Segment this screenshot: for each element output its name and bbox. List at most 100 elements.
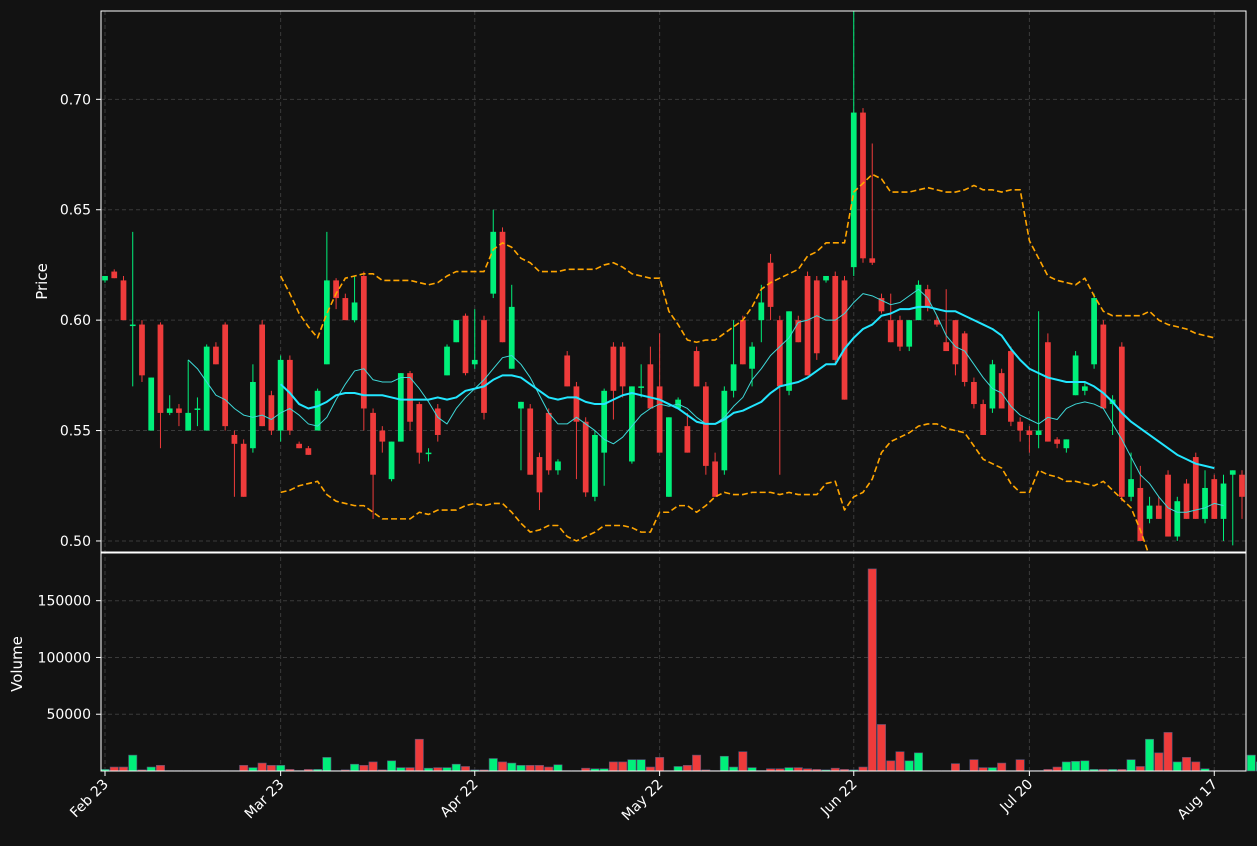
volume-bar — [1172, 761, 1182, 772]
volume-bar — [535, 765, 544, 772]
volume-bar — [858, 766, 868, 772]
candle-up — [250, 381, 256, 449]
candle-down — [776, 320, 783, 387]
volume-panel — [100, 568, 1257, 772]
volume-bar — [673, 766, 683, 772]
price-panel — [102, 11, 1245, 552]
candle-up — [323, 280, 330, 365]
chart-canvas: 0.50 0.55 0.60 0.65 0.70 50000 100000 150000 Feb… — [8, 10, 1257, 825]
axes: 0.50 0.55 0.60 0.65 0.70 50000 100000 150000 Feb… — [8, 10, 1247, 825]
volume-bar — [239, 765, 249, 772]
volume-bar — [1015, 759, 1025, 772]
candle-up — [102, 275, 108, 281]
candle-down — [536, 457, 543, 493]
x-tick-label: May 22 — [619, 777, 667, 825]
candle-down — [573, 386, 580, 422]
candle-down — [1054, 439, 1060, 444]
candle-down — [702, 386, 709, 466]
candle-up — [906, 320, 913, 347]
candle-down — [462, 315, 469, 374]
volume-bar — [950, 763, 960, 772]
volume-bar — [442, 767, 452, 772]
volume-bar — [1163, 732, 1173, 772]
price-tick-label: 0.55 — [60, 424, 91, 440]
candle-up — [555, 461, 561, 471]
candle-up — [1146, 505, 1153, 519]
candle-down — [527, 408, 534, 475]
candle-down — [296, 443, 302, 449]
candle-down — [176, 408, 182, 413]
volume-bar — [682, 765, 692, 772]
candle-down — [1008, 351, 1014, 422]
volume-bar — [1080, 760, 1090, 772]
volume-bar — [396, 767, 406, 772]
volume-bar — [109, 766, 119, 772]
candle-down — [656, 386, 663, 453]
candle-down — [971, 381, 977, 405]
x-tick-label: Aug 17 — [1175, 777, 1221, 823]
volume-bar — [525, 765, 535, 772]
volume-bar — [987, 767, 997, 772]
candle-down — [379, 430, 386, 442]
candle-down — [961, 333, 968, 382]
volume-bar — [692, 754, 702, 772]
volume-bar — [257, 762, 267, 772]
volume-bar — [914, 752, 923, 772]
candle-up — [1072, 355, 1079, 396]
candle-down — [869, 258, 876, 263]
candle-up — [194, 408, 201, 410]
volume-bar — [507, 762, 517, 772]
candle-up — [277, 359, 284, 431]
candle-down — [360, 275, 367, 409]
candle-down — [139, 324, 145, 376]
volume-bar — [1071, 761, 1081, 772]
volume-bar — [1145, 738, 1155, 772]
candle-down — [1239, 474, 1245, 497]
volume-bar — [618, 761, 628, 772]
candle-down — [1211, 479, 1218, 519]
volume-bar — [793, 767, 803, 772]
volume-bar — [997, 762, 1007, 772]
volume-bar — [627, 759, 637, 772]
candle-down — [610, 346, 617, 391]
candle-down — [240, 443, 247, 497]
candle-up — [1220, 483, 1227, 519]
volume-bar — [516, 765, 526, 772]
volume-bar — [784, 767, 794, 772]
stock-chart: 0.50 0.55 0.60 0.65 0.70 50000 100000 150000 Feb… — [0, 0, 1257, 842]
candle-down — [1017, 421, 1024, 431]
candle-down — [120, 280, 127, 321]
volume-bar — [156, 765, 165, 772]
candle-down — [619, 346, 626, 387]
volume-bar — [322, 757, 332, 772]
candle-up — [758, 302, 765, 321]
candle-down — [1155, 505, 1162, 519]
candle-up — [1091, 298, 1097, 365]
candle-down — [231, 434, 238, 444]
candle-down — [795, 320, 802, 343]
candle-up — [1174, 501, 1181, 537]
x-tick-label: Jun 22 — [817, 777, 860, 820]
volume-bar — [433, 767, 443, 772]
volume-bar — [350, 763, 360, 772]
candle-down — [647, 364, 654, 409]
volume-bar — [895, 751, 905, 772]
candle-down — [582, 421, 589, 493]
volume-bar — [128, 754, 138, 772]
candle-down — [887, 320, 894, 343]
volume-bar — [904, 760, 914, 772]
volume-bar — [969, 759, 979, 772]
volume-bar — [387, 760, 397, 772]
candle-down — [268, 395, 275, 431]
candle-down — [684, 426, 691, 453]
volume-bar — [248, 767, 258, 772]
x-tick-label: Jul 20 — [997, 777, 1037, 817]
volume-tick-label: 100000 — [38, 650, 91, 666]
candle-up — [749, 346, 755, 369]
volume-bar — [146, 766, 156, 772]
candle-up — [518, 401, 524, 409]
volume-bar — [276, 765, 286, 772]
volume-bar — [636, 759, 646, 772]
volume-bar — [1182, 757, 1191, 772]
x-tick-label: Mar 23 — [242, 777, 288, 823]
